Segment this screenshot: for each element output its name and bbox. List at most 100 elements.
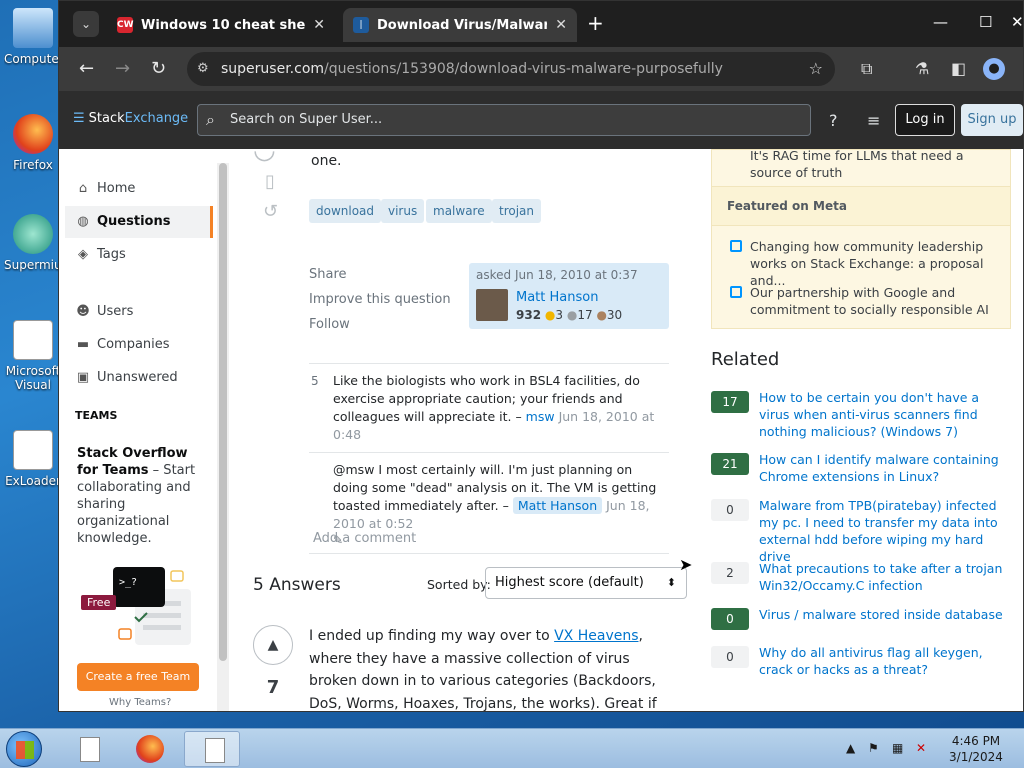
vx-heavens-link[interactable]: VX Heavens xyxy=(554,628,638,644)
search-icon: ⌕ xyxy=(206,110,215,129)
upvote-button[interactable]: ▲ xyxy=(253,625,293,665)
profile-avatar-icon[interactable]: ● xyxy=(983,58,1005,80)
bookmark-star-icon[interactable]: ☆ xyxy=(809,52,823,86)
taskbar-explorer-button[interactable] xyxy=(60,731,116,767)
extensions-icon[interactable]: ⧉ xyxy=(861,59,872,79)
silver-badge-count: 17 xyxy=(577,308,593,322)
system-clock[interactable]: 4:46 PM 3/1/2024 xyxy=(946,733,1006,765)
related-question-link[interactable]: How to be certain you don't have a virus… xyxy=(759,389,1011,440)
scrollbar-thumb[interactable] xyxy=(219,163,227,661)
bookmark-icon[interactable]: ▯ xyxy=(265,171,275,192)
back-icon[interactable]: ← xyxy=(79,58,94,79)
sort-value: Highest score (default) xyxy=(495,575,644,590)
user-name-link[interactable]: Matt Hanson xyxy=(516,290,598,305)
companies-icon: ▬ xyxy=(76,337,90,352)
desktop-icon-firefox[interactable]: Firefox xyxy=(4,114,62,172)
answer-body: I ended up finding my way over to VX Hea… xyxy=(309,625,681,711)
application-icon xyxy=(13,430,53,470)
related-question-link[interactable]: Why do all antivirus flag all keygen, cr… xyxy=(759,644,1011,678)
history-icon[interactable]: ↺ xyxy=(263,201,278,222)
vote-down-icon[interactable]: ◡ xyxy=(253,135,276,165)
related-question-link[interactable]: What precautions to take after a trojan … xyxy=(759,560,1011,594)
meta-item-link[interactable]: Changing how community leadership works … xyxy=(726,238,1006,289)
related-answer-count: 2 xyxy=(711,562,749,584)
tag-malware[interactable]: malware xyxy=(426,199,492,223)
site-switcher-icon[interactable]: ≡ xyxy=(867,111,880,130)
comment-user-link[interactable]: Matt Hanson xyxy=(512,497,603,514)
asked-date: asked Jun 18, 2010 at 0:37 xyxy=(476,268,638,282)
tab-windows-cheat-sheet[interactable]: CW Windows 10 cheat sheet | Com ✕ xyxy=(107,8,335,42)
share-link[interactable]: Share xyxy=(309,267,347,282)
signup-button[interactable]: Sign up xyxy=(961,104,1023,136)
comment-user-link[interactable]: msw xyxy=(526,409,555,424)
reload-icon[interactable]: ↻ xyxy=(151,58,166,79)
sidebar-scrollbar[interactable] xyxy=(217,163,229,711)
windows-logo-icon xyxy=(16,741,34,759)
login-button[interactable]: Log in xyxy=(895,104,955,136)
users-icon: ☻ xyxy=(76,304,90,319)
sort-select[interactable]: Highest score (default) ⬍ xyxy=(485,567,687,599)
action-center-flag-icon[interactable]: ⚑ xyxy=(868,741,879,755)
close-tab-icon[interactable]: ✕ xyxy=(555,17,567,33)
address-bar[interactable]: ⚙ superuser.com/questions/153908/downloa… xyxy=(187,52,835,86)
supermium-icon xyxy=(13,214,53,254)
create-free-team-button[interactable]: Create a free Team xyxy=(77,663,199,691)
taskbar-firefox-button[interactable] xyxy=(122,731,178,767)
add-comment-link[interactable]: Add a comment xyxy=(313,531,416,546)
blog-item-link[interactable]: It's RAG time for LLMs that need a sourc… xyxy=(750,147,1000,181)
minimize-icon[interactable]: — xyxy=(933,13,948,31)
sidebar-item-label: Home xyxy=(97,181,136,196)
tab-search-button[interactable]: ⌄ xyxy=(73,11,99,37)
network-icon[interactable]: ▦ xyxy=(892,741,903,755)
improve-question-link[interactable]: Improve this question xyxy=(309,292,451,307)
show-hidden-icons-icon[interactable]: ▲ xyxy=(846,741,855,755)
desktop-icon-label: Microsoft Visual Studio xyxy=(5,364,61,392)
maximize-icon[interactable]: ☐ xyxy=(979,13,992,31)
user-avatar[interactable] xyxy=(476,289,508,321)
new-tab-icon[interactable]: + xyxy=(587,11,604,35)
volume-muted-icon[interactable]: ✕ xyxy=(916,741,926,755)
side-panel-icon[interactable]: ◧ xyxy=(951,59,966,78)
desktop-icon-label: Computer xyxy=(4,52,62,66)
meta-item-link[interactable]: Our partnership with Google and commitme… xyxy=(726,284,1006,318)
taskbar-browser-button[interactable] xyxy=(184,731,240,767)
why-teams-link[interactable]: Why Teams? xyxy=(109,697,171,708)
related-answer-count: 0 xyxy=(711,499,749,521)
sidebar-item-home[interactable]: ⌂ Home xyxy=(65,173,213,205)
forward-icon[interactable]: → xyxy=(115,58,130,79)
desktop-icon-exloader[interactable]: ExLoader xyxy=(4,430,62,488)
sidebar-item-questions[interactable]: ◍ Questions xyxy=(65,206,213,238)
desktop-icon-visual-studio[interactable]: Microsoft Visual Studio xyxy=(4,320,62,392)
help-icon[interactable]: ? xyxy=(829,111,838,130)
tab-title: Windows 10 cheat sheet | Com xyxy=(141,17,306,33)
related-answer-count: 0 xyxy=(711,646,749,668)
related-question-link[interactable]: Virus / malware stored inside database xyxy=(759,606,1011,623)
start-button[interactable] xyxy=(6,731,42,767)
sidebar-item-users[interactable]: ☻ Users xyxy=(65,296,213,328)
site-info-icon[interactable]: ⚙ xyxy=(197,52,209,86)
close-tab-icon[interactable]: ✕ xyxy=(313,17,325,33)
upvote-arrow-icon: ▲ xyxy=(267,637,279,653)
stackexchange-logo[interactable]: ☰ StackExchange xyxy=(73,111,188,126)
tag-download[interactable]: download xyxy=(309,199,382,223)
related-question-link[interactable]: How can I identify malware containing Ch… xyxy=(759,451,1011,485)
desktop-icon-computer[interactable]: Computer xyxy=(4,8,62,66)
tag-trojan[interactable]: trojan xyxy=(492,199,542,223)
sidebar-item-label: Users xyxy=(97,304,134,319)
desktop-icon-supermium[interactable]: Supermium xyxy=(4,214,62,272)
sidebar-item-unanswered[interactable]: ▣ Unanswered xyxy=(65,362,213,394)
search-input[interactable]: ⌕ Search on Super User... xyxy=(197,104,811,136)
answer-text: I ended up finding my way over to xyxy=(309,628,555,644)
sidebar-item-tags[interactable]: ◈ Tags xyxy=(65,239,213,271)
tag-icon: ◈ xyxy=(78,247,88,262)
labs-icon[interactable]: ⚗ xyxy=(915,59,929,78)
url-path: /questions/153908/download-virus-malware… xyxy=(324,61,723,77)
follow-link[interactable]: Follow xyxy=(309,317,350,332)
related-question-link[interactable]: Malware from TPB(piratebay) infected my … xyxy=(759,497,1011,565)
comment-score: 5 xyxy=(311,374,319,388)
tab-download-virus[interactable]: ❘ Download Virus/Malware Purp ✕ xyxy=(343,8,577,42)
tag-virus[interactable]: virus xyxy=(381,199,425,223)
sidebar-item-companies[interactable]: ▬ Companies xyxy=(65,329,213,361)
stackexchange-favicon-icon: ❘ xyxy=(353,17,369,33)
close-window-icon[interactable]: ✕ xyxy=(1011,13,1023,31)
